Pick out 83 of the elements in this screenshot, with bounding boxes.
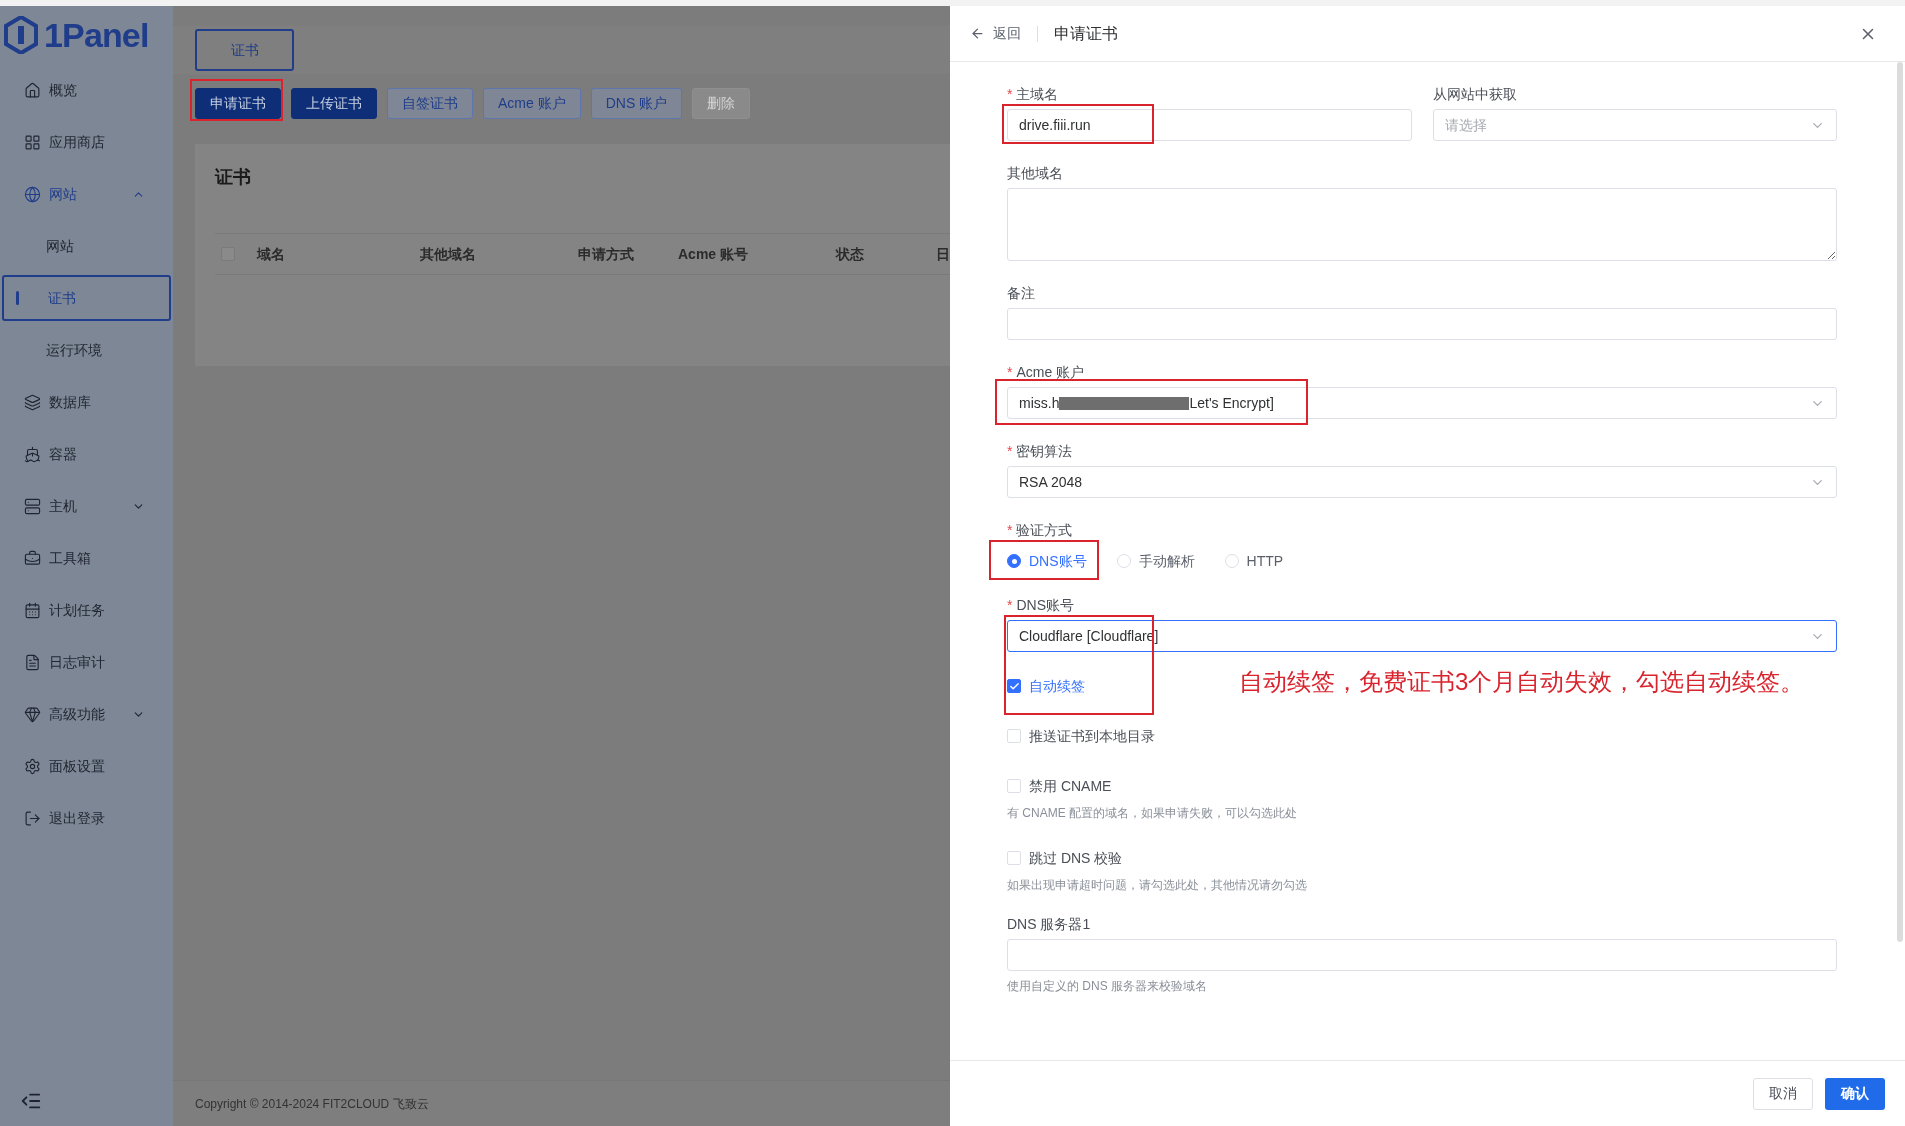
scrollbar[interactable]	[1897, 62, 1903, 942]
radio-label: 手动解析	[1138, 551, 1195, 571]
column-header: 申请方式	[578, 244, 635, 264]
ship-icon	[24, 445, 41, 463]
field-label: 密钥算法	[1016, 441, 1073, 461]
checkbox-label: 跳过 DNS 校验	[1029, 848, 1124, 868]
field-hint: 如果出现申请超时问题，请勾选此处，其他情况请勿勾选	[1007, 877, 1308, 894]
sidebar-subitem[interactable]: 运行环境	[2, 327, 171, 373]
select-field[interactable]: RSA 2048	[1007, 466, 1837, 498]
field-label: 备注	[1007, 283, 1035, 303]
sidebar-item[interactable]: 计划任务	[0, 584, 173, 636]
diamond-icon	[24, 705, 41, 723]
toolbar-button[interactable]: 上传证书	[291, 87, 377, 119]
checkbox-label: 禁用 CNAME	[1029, 776, 1113, 796]
logo-icon	[4, 16, 38, 54]
toolbar-button[interactable]: 申请证书	[195, 87, 281, 119]
sidebar-item[interactable]: 容器	[0, 428, 173, 480]
briefcase-icon	[24, 549, 41, 567]
sidebar-item[interactable]: 工具箱	[0, 532, 173, 584]
field-label: Acme 账户	[1016, 362, 1085, 382]
required-asterisk: *	[1007, 520, 1013, 540]
server-icon	[24, 497, 41, 515]
sidebar-item[interactable]: 应用商店	[0, 116, 173, 168]
field-label: DNS 服务器1	[1007, 914, 1091, 934]
field-label: 主域名	[1016, 84, 1059, 104]
column-header: 域名	[257, 244, 286, 264]
toolbar-button[interactable]: DNS 账户	[590, 87, 683, 119]
sidebar-item[interactable]: 面板设置	[0, 740, 173, 792]
logout-icon	[24, 809, 41, 827]
radio-label: HTTP	[1246, 551, 1284, 571]
document-icon	[24, 653, 41, 671]
select-field[interactable]: miss.h Let's Encrypt]	[1007, 387, 1837, 419]
field-hint: 使用自定义的 DNS 服务器来校验域名	[1007, 978, 1208, 995]
checkbox-label: 自动续签	[1029, 676, 1086, 696]
grid-icon	[24, 133, 41, 151]
field-label: 其他域名	[1007, 163, 1063, 183]
annotation-text: 自动续签，免费证书3个月自动失效，勾选自动续签。	[1239, 667, 1805, 697]
tab[interactable]: 证书	[195, 29, 294, 71]
sidebar-item[interactable]: 概览	[0, 64, 173, 116]
layers-icon	[24, 393, 41, 411]
house-icon	[24, 81, 41, 99]
toolbar-button[interactable]: 删除	[692, 87, 751, 119]
textarea-field[interactable]	[1007, 188, 1837, 261]
check-icon	[1008, 680, 1020, 692]
text-input[interactable]: drive.fiii.run	[1007, 109, 1412, 141]
radio-button[interactable]	[1007, 554, 1021, 568]
text-input[interactable]	[1007, 939, 1837, 971]
sidebar-item[interactable]: 退出登录	[0, 792, 173, 844]
globe-icon	[24, 185, 41, 203]
column-header: 其他域名	[420, 244, 477, 264]
sidebar-subitem[interactable]: 证书	[2, 275, 171, 321]
field-hint: 有 CNAME 配置的域名，如果申请失败，可以勾选此处	[1007, 805, 1298, 822]
card-title: 证书	[215, 166, 252, 189]
required-asterisk: *	[1007, 362, 1013, 382]
checkbox-label: 推送证书到本地目录	[1029, 726, 1156, 746]
field-label: 验证方式	[1016, 520, 1073, 540]
field-label: 从网站中获取	[1432, 84, 1517, 104]
sidebar-item[interactable]: 网站	[0, 168, 173, 220]
required-asterisk: *	[1007, 441, 1013, 461]
logo-text: 1Panel	[44, 18, 149, 52]
sidebar-item[interactable]: 主机	[0, 480, 173, 532]
sidebar-item[interactable]: 数据库	[0, 376, 173, 428]
checkbox[interactable]	[1007, 679, 1021, 693]
toolbar-button[interactable]: Acme 账户	[483, 87, 581, 119]
select-field[interactable]: 请选择	[1432, 109, 1837, 141]
column-header: Acme 账号	[678, 244, 750, 264]
sidebar-item[interactable]: 日志审计	[0, 636, 173, 688]
column-header: 状态	[836, 244, 865, 264]
required-asterisk: *	[1007, 84, 1013, 104]
field-label: DNS账号	[1016, 595, 1074, 615]
sidebar-item[interactable]: 高级功能	[0, 688, 173, 740]
radio-label: DNS账号	[1029, 551, 1087, 571]
text-input[interactable]	[1007, 308, 1837, 340]
column-header: 日	[936, 244, 950, 264]
toolbar-button[interactable]: 自签证书	[387, 87, 473, 119]
required-asterisk: *	[1007, 595, 1013, 615]
dialog-button[interactable]: 取消	[1753, 1077, 1813, 1110]
back-button[interactable]: 返回	[970, 23, 1021, 44]
calendar-icon	[24, 601, 41, 619]
settings-icon	[24, 757, 41, 775]
sidebar-subitem[interactable]: 网站	[2, 223, 171, 269]
drawer-title: 申请证书	[1054, 23, 1119, 44]
dialog-button[interactable]: 确认	[1825, 1077, 1885, 1110]
